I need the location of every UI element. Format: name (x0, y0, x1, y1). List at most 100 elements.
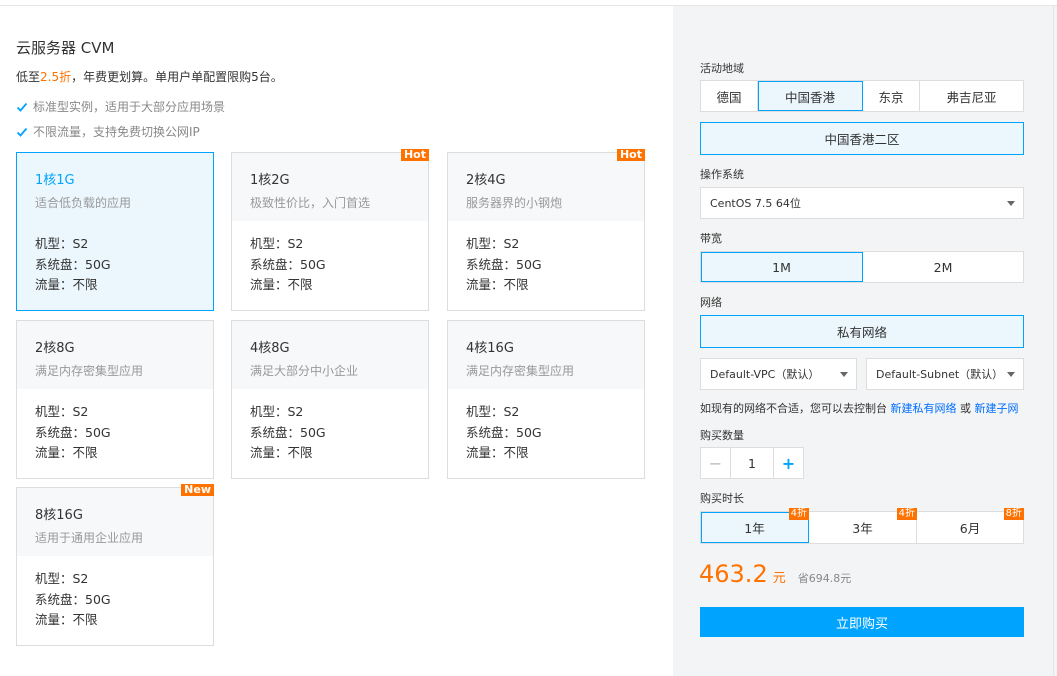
network-label: 网络 (700, 296, 722, 309)
duration-option-3y[interactable]: 3年 4折 (809, 508, 917, 543)
region-option-germany[interactable]: 德国 (701, 81, 758, 111)
duration-text: 1年 (744, 521, 765, 536)
region-option-virginia[interactable]: 弗吉尼亚 (920, 81, 1023, 111)
zone-option[interactable]: 中国香港二区 (700, 122, 1024, 155)
chevron-down-icon (1007, 201, 1015, 206)
spec-model: 机型：S2 (250, 236, 304, 251)
plan-specs: 机型：S2 系统盘：50G 流量：不限 (232, 389, 428, 464)
plan-name: 2核8G (35, 341, 75, 356)
feature-item: 标准型实例，适用于大部分应用场景 (16, 98, 225, 115)
bandwidth-option-1m[interactable]: 1M (701, 252, 863, 282)
spec-disk: 系统盘：50G (466, 256, 542, 272)
plan-subtitle: 适合低负载的应用 (35, 196, 132, 210)
region-option-tokyo[interactable]: 东京 (863, 81, 920, 111)
spec-traffic: 流量：不限 (466, 445, 529, 460)
plan-card-header: 8核16G 适用于通用企业应用 (17, 488, 213, 556)
hint-or: 或 (960, 402, 971, 415)
price-display: 463.2 元 省694.8元 (699, 560, 851, 588)
spec-traffic: 流量：不限 (250, 445, 313, 460)
feature-item: 不限流量，支持免费切换公网IP (16, 123, 200, 140)
network-option-private[interactable]: 私有网络 (700, 315, 1024, 348)
plan-card-1c1g[interactable]: 1核1G 适合低负载的应用 机型：S2 系统盘：50G 流量：不限 (16, 152, 214, 311)
decrement-button[interactable]: − (701, 448, 731, 478)
os-value: CentOS 7.5 64位 (710, 197, 801, 210)
plan-specs: 机型：S2 系统盘：50G 流量：不限 (17, 221, 213, 296)
spec-model: 机型：S2 (35, 236, 89, 251)
plan-subtitle: 满足内存密集型应用 (466, 364, 575, 378)
chevron-down-icon (1007, 372, 1015, 377)
subnet-select[interactable]: Default-Subnet（默认） (866, 358, 1024, 390)
spec-model: 机型：S2 (466, 236, 520, 251)
plan-subtitle: 服务器界的小钢炮 (466, 196, 563, 210)
check-icon (16, 127, 28, 137)
plan-specs: 机型：S2 系统盘：50G 流量：不限 (448, 221, 644, 296)
discount-badge: 4折 (896, 508, 917, 520)
vpc-select[interactable]: Default-VPC（默认） (700, 358, 857, 390)
plan-specs: 机型：S2 系统盘：50G 流量：不限 (448, 389, 644, 464)
bandwidth-selector: 1M 2M (700, 251, 1024, 283)
quantity-stepper: − 1 + (700, 447, 804, 479)
spec-traffic: 流量：不限 (35, 612, 98, 627)
spec-disk: 系统盘：50G (250, 256, 326, 272)
page-title: 云服务器 CVM (16, 39, 115, 57)
plan-name: 4核8G (250, 341, 290, 356)
plan-card-header: 4核8G 满足大部分中小企业 (232, 321, 428, 389)
plan-subtitle: 极致性价比，入门首选 (250, 196, 371, 210)
bandwidth-label: 带宽 (700, 232, 722, 245)
desc-prefix: 低至 (16, 70, 41, 84)
hint-text: 如现有的网络不合适，您可以去控制台 (700, 402, 887, 415)
discount-badge: 8折 (1003, 508, 1024, 520)
duration-label: 购买时长 (700, 492, 744, 505)
plan-card-4c16g[interactable]: 4核16G 满足内存密集型应用 机型：S2 系统盘：50G 流量：不限 (447, 320, 645, 479)
buy-now-button[interactable]: 立即购买 (700, 607, 1024, 637)
plan-card-header: 2核4G 服务器界的小钢炮 (448, 153, 644, 221)
network-hint: 如现有的网络不合适，您可以去控制台 新建私有网络 或 新建子网 (700, 400, 1019, 416)
increment-button[interactable]: + (773, 448, 803, 478)
feature-text: 标准型实例，适用于大部分应用场景 (33, 100, 226, 114)
plan-card-header: 2核8G 满足内存密集型应用 (17, 321, 213, 389)
plan-card-4c8g[interactable]: 4核8G 满足大部分中小企业 机型：S2 系统盘：50G 流量：不限 (231, 320, 429, 479)
create-subnet-link[interactable]: 新建子网 (975, 402, 1019, 415)
os-select[interactable]: CentOS 7.5 64位 (700, 187, 1024, 219)
bandwidth-option-2m[interactable]: 2M (863, 252, 1023, 282)
region-option-hongkong[interactable]: 中国香港 (758, 81, 863, 111)
plan-card-8c16g[interactable]: New 8核16G 适用于通用企业应用 机型：S2 系统盘：50G 流量：不限 (16, 484, 214, 646)
spec-model: 机型：S2 (35, 571, 89, 586)
plan-name: 1核1G (35, 173, 75, 188)
plan-name: 1核2G (250, 173, 290, 188)
duration-option-6m[interactable]: 6月 8折 (917, 508, 1024, 543)
plan-name: 4核16G (466, 341, 514, 356)
region-selector: 德国 中国香港 东京 弗吉尼亚 (700, 80, 1024, 112)
panel-border (1053, 6, 1054, 676)
region-label: 活动地域 (700, 62, 744, 75)
quantity-input[interactable]: 1 (731, 448, 773, 478)
duration-text: 3年 (852, 521, 873, 536)
price-value: 463.2 (699, 560, 768, 588)
plan-card-2c4g[interactable]: Hot 2核4G 服务器界的小钢炮 机型：S2 系统盘：50G 流量：不限 (447, 149, 645, 311)
spec-disk: 系统盘：50G (35, 424, 111, 440)
plan-card-2c8g[interactable]: 2核8G 满足内存密集型应用 机型：S2 系统盘：50G 流量：不限 (16, 320, 214, 479)
spec-traffic: 流量：不限 (250, 277, 313, 292)
plan-specs: 机型：S2 系统盘：50G 流量：不限 (17, 556, 213, 631)
create-vpc-link[interactable]: 新建私有网络 (891, 402, 957, 415)
plan-card-header: 1核2G 极致性价比，入门首选 (232, 153, 428, 221)
spec-disk: 系统盘：50G (250, 424, 326, 440)
spec-disk: 系统盘：50G (466, 424, 542, 440)
check-icon (16, 102, 28, 112)
plan-subtitle: 适用于通用企业应用 (35, 531, 144, 545)
duration-option-1y[interactable]: 1年 4折 (701, 508, 809, 543)
plan-specs: 机型：S2 系统盘：50G 流量：不限 (17, 389, 213, 464)
spec-model: 机型：S2 (250, 404, 304, 419)
discount-highlight: 2.5折 (40, 70, 72, 84)
spec-traffic: 流量：不限 (466, 277, 529, 292)
saved-amount: 省694.8元 (797, 572, 852, 585)
plan-card-header: 1核1G 适合低负载的应用 (17, 153, 213, 221)
spec-disk: 系统盘：50G (35, 256, 111, 272)
new-badge: New (181, 484, 214, 496)
plan-card-1c2g[interactable]: Hot 1核2G 极致性价比，入门首选 机型：S2 系统盘：50G 流量：不限 (231, 149, 429, 311)
subnet-value: Default-Subnet（默认） (876, 368, 1004, 381)
plan-name: 2核4G (466, 173, 506, 188)
duration-selector: 1年 4折 3年 4折 6月 8折 (700, 508, 1024, 544)
quantity-label: 购买数量 (700, 429, 744, 442)
spec-disk: 系统盘：50G (35, 591, 111, 607)
